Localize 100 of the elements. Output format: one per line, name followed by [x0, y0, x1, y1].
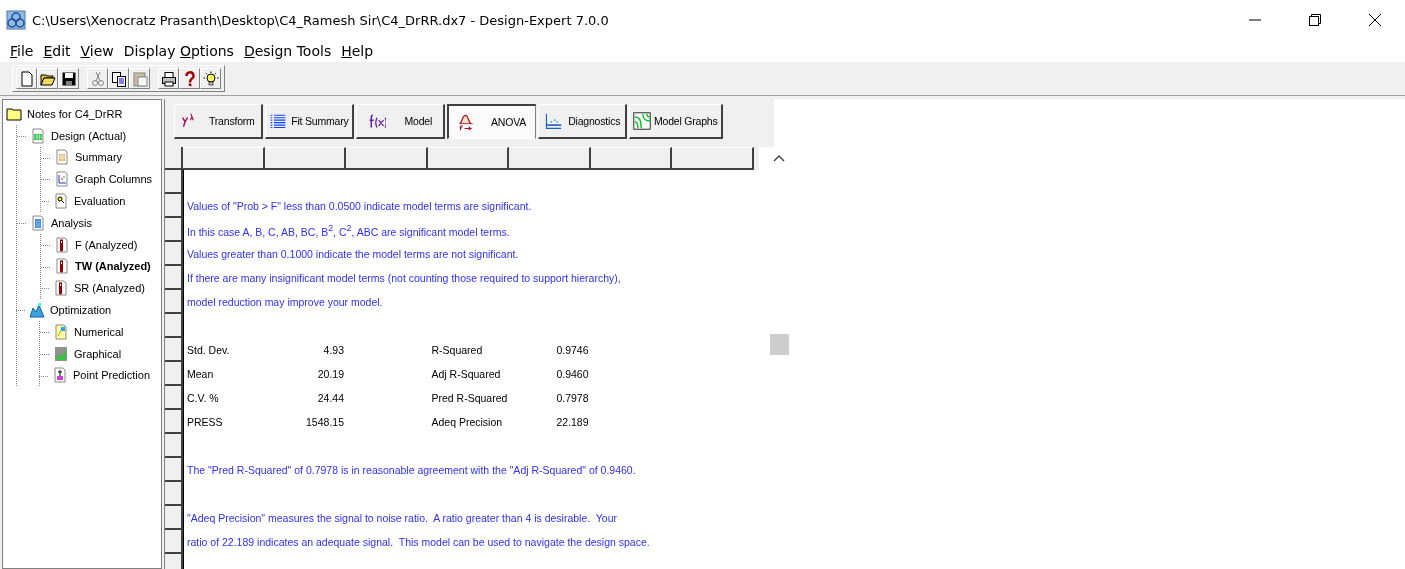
column-header[interactable]	[346, 147, 428, 170]
table-icon	[54, 149, 70, 166]
tree-item[interactable]: Numerical	[50, 320, 124, 343]
tree-item[interactable]: Optimization	[26, 299, 112, 321]
row-header[interactable]	[165, 194, 183, 218]
close-icon[interactable]	[1369, 14, 1381, 26]
row-header[interactable]	[165, 410, 183, 434]
report-note: ratio of 22.189 indicates an adequate signal. This model can be used to navigate the design space.	[186, 536, 650, 548]
row-header[interactable]	[165, 362, 183, 386]
calculator-icon	[30, 214, 46, 231]
contour-icon	[53, 345, 69, 362]
column-header[interactable]	[264, 147, 346, 170]
stat-value: 4.93	[322, 344, 345, 356]
row-header[interactable]	[165, 482, 183, 506]
row-header[interactable]	[165, 242, 183, 266]
row-header[interactable]	[165, 218, 183, 242]
tree-item[interactable]: Point Prediction	[49, 364, 151, 387]
row-header[interactable]	[165, 290, 183, 314]
tree-item[interactable]: Notes for C4_DrRR	[3, 103, 123, 125]
stat-label: Mean	[186, 368, 215, 380]
scrollbar-thumb[interactable]	[769, 334, 789, 355]
row-header[interactable]	[165, 506, 183, 530]
column-header[interactable]	[509, 147, 591, 170]
printer-icon	[160, 70, 177, 87]
column-header[interactable]	[427, 147, 509, 170]
stat-label: PRESS	[186, 416, 224, 428]
restore-icon[interactable]	[1309, 14, 1321, 26]
stat-value: 24.44	[316, 392, 345, 404]
report-note: "Adeq Precision" measures the signal to noise ratio. A ratio greater than 4 is desirable. Your	[186, 512, 618, 524]
menu-item[interactable]: Design Tools	[238, 43, 337, 59]
menu-item[interactable]: View	[75, 43, 119, 59]
light-bulb-icon	[202, 70, 219, 87]
mountain-icon	[29, 302, 45, 319]
thermometer-icon	[53, 280, 69, 297]
question-mark-button[interactable]	[179, 68, 200, 89]
app-icon	[6, 10, 26, 30]
row-header[interactable]	[165, 266, 183, 290]
tree-item[interactable]: Design (Actual)	[27, 124, 127, 147]
tree-item[interactable]: Graph Columns	[51, 168, 153, 191]
save-icon	[60, 70, 77, 87]
menu-item[interactable]: Help	[336, 43, 379, 59]
row-header[interactable]	[165, 458, 183, 482]
row-header[interactable]	[165, 170, 183, 194]
row-header[interactable]	[165, 530, 183, 554]
scissors-icon	[89, 70, 106, 87]
chart-icon	[54, 171, 70, 188]
tree-item[interactable]: Graphical	[50, 342, 122, 365]
new-file-icon	[18, 70, 35, 87]
stat-label: Adeq Precision	[430, 416, 504, 428]
spreadsheet-icon	[30, 127, 46, 144]
stat-value: 22.189	[555, 416, 590, 428]
tree-item[interactable]: TW (Analyzed)	[51, 255, 151, 278]
report-note: Values of "Prob > F" less than 0.0500 indicate model terms are significant.	[186, 200, 532, 212]
report-note: If there are many insignificant model terms (not counting those required to support hierarchy),	[186, 272, 621, 284]
light-bulb-button[interactable]	[200, 68, 221, 89]
tree-item[interactable]: Evaluation	[50, 190, 126, 212]
stat-value: 1548.15	[305, 416, 345, 428]
stat-value: 0.9746	[555, 344, 590, 356]
stat-value: 0.9460	[555, 368, 590, 380]
tree-item[interactable]: F (Analyzed)	[51, 233, 138, 256]
row-header[interactable]	[165, 434, 183, 458]
menu-item[interactable]: Edit	[38, 43, 76, 59]
tree-item[interactable]: Analysis	[27, 212, 92, 234]
thermometer-icon	[54, 236, 70, 253]
clipboard-icon	[131, 70, 148, 87]
stat-label: Pred R-Squared	[430, 392, 509, 404]
tab[interactable]: Model	[356, 104, 445, 139]
tab[interactable]: Diagnostics	[538, 104, 627, 139]
tab[interactable]: Model Graphs	[629, 104, 723, 139]
tab[interactable]: Transform	[174, 104, 263, 139]
report-note: model reduction may improve your model.	[186, 296, 383, 308]
thermometer-icon	[54, 258, 70, 275]
folder-button[interactable]	[37, 68, 58, 89]
save-button[interactable]	[58, 68, 79, 89]
tab[interactable]: ANOVA	[447, 104, 536, 139]
tab[interactable]: Fit Summary	[265, 104, 354, 139]
printer-button[interactable]	[158, 68, 179, 89]
report-note: In this case A, B, C, AB, BC, B$^{2}$, C$^{2}$, ABC are significant model terms.	[186, 222, 510, 238]
row-header[interactable]	[165, 386, 183, 410]
column-header[interactable]	[183, 147, 265, 170]
magnifier-icon	[53, 193, 69, 210]
tree-item[interactable]: SR (Analyzed)	[50, 277, 145, 300]
tree-item[interactable]: Summary	[51, 146, 123, 169]
stat-label: Std. Dev.	[186, 344, 231, 356]
menu-item[interactable]: Display Options	[118, 43, 239, 59]
copy-button[interactable]	[108, 68, 129, 89]
folder-icon	[6, 105, 22, 122]
copy-icon	[110, 70, 127, 87]
scroll-up-icon[interactable]	[772, 153, 786, 163]
column-header[interactable]	[590, 147, 672, 170]
menu-item[interactable]: File	[5, 43, 39, 59]
row-header[interactable]	[165, 314, 183, 338]
point-prediction-icon	[52, 367, 68, 384]
stat-label: Adj R-Squared	[430, 368, 502, 380]
report-note: The "Pred R-Squared" of 0.7978 is in reasonable agreement with the "Adj R-Squared" of 0.9460.	[186, 464, 636, 476]
new-file-button[interactable]	[16, 68, 37, 89]
column-header[interactable]	[672, 147, 754, 170]
stat-label: R-Squared	[430, 344, 484, 356]
map-marker-icon	[53, 323, 69, 340]
row-header[interactable]	[165, 338, 183, 362]
